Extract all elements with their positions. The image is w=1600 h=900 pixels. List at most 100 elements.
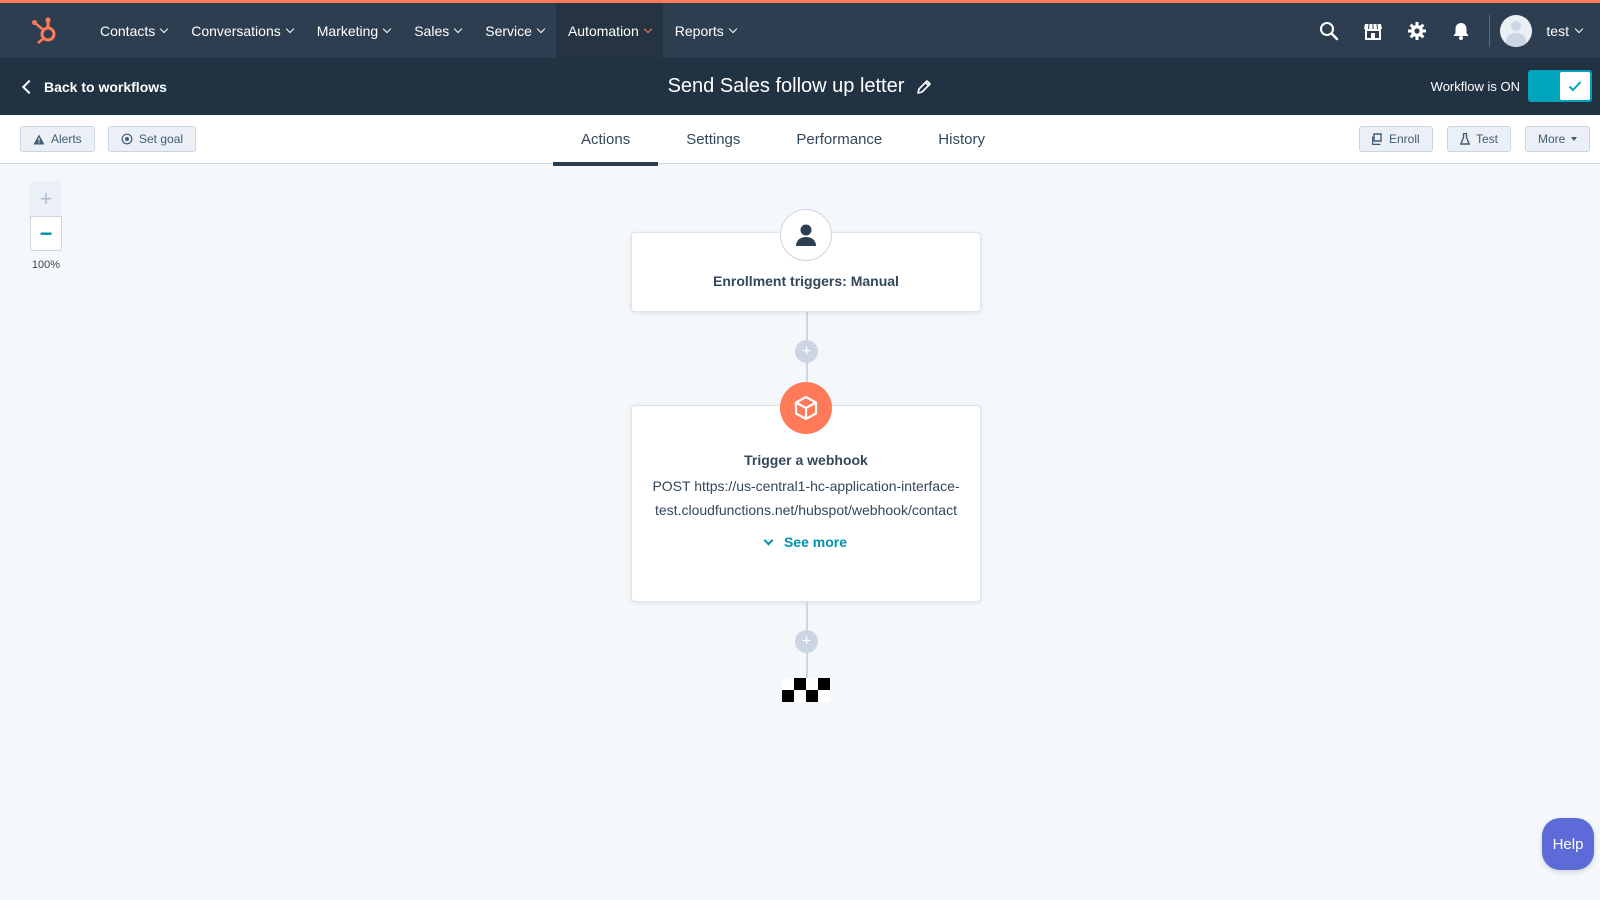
nav-automation-label: Automation — [567, 22, 639, 39]
search-icon — [1320, 21, 1339, 40]
flask-icon — [1460, 133, 1470, 145]
chevron-left-icon — [21, 79, 37, 94]
tab-settings[interactable]: Settings — [658, 115, 768, 164]
notifications-icon — [1453, 22, 1469, 40]
help-label: Help — [1552, 835, 1584, 853]
target-icon — [121, 133, 133, 145]
chevron-down-icon — [728, 24, 738, 34]
search-button[interactable] — [1307, 3, 1351, 58]
finish-square — [794, 690, 806, 702]
zoom-controls: + − 100% — [30, 181, 62, 271]
set-goal-label: Set goal — [139, 132, 184, 146]
nav-utilities: test — [1307, 3, 1600, 58]
nav-automation[interactable]: Automation — [555, 3, 663, 58]
zoom-in-button[interactable]: + — [30, 181, 62, 216]
nav-contacts-label: Contacts — [100, 22, 156, 39]
more-dropdown[interactable]: More — [1525, 126, 1591, 152]
nav-sales-label: Sales — [414, 22, 450, 39]
top-navigation: Contacts Conversations Marketing Sales S… — [0, 0, 1600, 58]
finish-square — [818, 678, 830, 690]
set-goal-button[interactable]: Set goal — [108, 126, 197, 152]
chevron-down-icon — [454, 24, 463, 34]
see-more-label: See more — [783, 534, 848, 550]
tab-actions-label: Actions — [581, 131, 631, 148]
tab-settings-label: Settings — [686, 131, 741, 148]
user-name: test — [1546, 22, 1569, 39]
nav-conversations[interactable]: Conversations — [179, 3, 305, 58]
tab-actions[interactable]: Actions — [553, 115, 659, 166]
warning-icon — [33, 134, 45, 144]
workflow-end-flag — [782, 678, 830, 702]
hubspot-logo-icon — [32, 17, 56, 44]
chevron-down-icon — [536, 24, 546, 34]
add-action-button[interactable]: + — [795, 630, 818, 653]
workflow-toolbar: Alerts Set goal Actions Settings Perform… — [0, 115, 1600, 166]
chevron-down-icon — [763, 535, 774, 545]
webhook-icon-badge — [780, 382, 832, 434]
tab-performance-label: Performance — [796, 131, 883, 148]
alerts-label: Alerts — [51, 132, 82, 146]
chevron-down-icon — [382, 24, 392, 34]
checkmark-icon — [1568, 81, 1582, 92]
action-title: Trigger a webhook — [744, 452, 868, 468]
contact-icon — [796, 224, 816, 246]
workflow-status-label: Workflow is ON — [1430, 78, 1520, 94]
box-icon — [794, 395, 818, 421]
trigger-icon-badge — [780, 209, 832, 261]
workflow-title: Send Sales follow up letter — [667, 75, 905, 97]
chevron-down-icon — [160, 24, 169, 34]
workflow-header: Back to workflows Send Sales follow up l… — [0, 58, 1600, 115]
nav-sales[interactable]: Sales — [402, 3, 473, 58]
finish-square — [794, 678, 806, 690]
marketplace-button[interactable] — [1351, 3, 1395, 58]
user-menu[interactable]: test — [1500, 14, 1600, 47]
chevron-down-icon — [643, 24, 653, 34]
finish-square — [782, 678, 794, 690]
pencil-icon — [917, 79, 932, 94]
toggle-knob — [1560, 72, 1590, 100]
chevron-down-icon — [1574, 24, 1584, 34]
add-action-button[interactable]: + — [795, 340, 818, 363]
workflow-tabs: Actions Settings Performance History — [553, 115, 1013, 166]
nav-reports-label: Reports — [674, 22, 724, 39]
finish-square — [818, 690, 830, 702]
help-button[interactable]: Help — [1542, 818, 1594, 870]
nav-service[interactable]: Service — [473, 3, 556, 58]
workflow-title-wrap: Send Sales follow up letter — [0, 58, 1600, 115]
finish-square — [806, 678, 818, 690]
webhook-action-card[interactable]: Trigger a webhook POST https://us-centra… — [631, 405, 981, 602]
back-to-workflows-link[interactable]: Back to workflows — [21, 58, 167, 115]
test-button[interactable]: Test — [1447, 126, 1512, 152]
finish-square — [806, 690, 818, 702]
tab-history[interactable]: History — [910, 115, 1013, 164]
nav-service-label: Service — [485, 22, 532, 39]
avatar — [1500, 14, 1533, 47]
nav-divider — [1489, 14, 1491, 47]
workflow-status: Workflow is ON — [1431, 70, 1592, 102]
workflow-on-toggle[interactable] — [1528, 70, 1592, 102]
alerts-button[interactable]: Alerts — [20, 126, 95, 152]
zoom-out-button[interactable]: − — [30, 216, 62, 251]
nav-contacts[interactable]: Contacts — [88, 3, 179, 58]
enroll-icon — [1372, 133, 1382, 145]
see-more-link[interactable]: See more — [632, 534, 980, 550]
settings-icon — [1408, 21, 1427, 40]
nav-reports[interactable]: Reports — [663, 3, 748, 58]
enroll-label: Enroll — [1389, 132, 1420, 146]
notifications-button[interactable] — [1439, 3, 1483, 58]
nav-conversations-label: Conversations — [191, 22, 281, 39]
zoom-level: 100% — [31, 259, 61, 271]
tab-history-label: History — [938, 131, 985, 148]
more-label: More — [1538, 132, 1566, 146]
tab-performance[interactable]: Performance — [768, 115, 910, 164]
enroll-button[interactable]: Enroll — [1359, 126, 1433, 152]
nav-marketing[interactable]: Marketing — [305, 3, 402, 58]
chevron-down-icon — [285, 24, 294, 34]
main-menu: Contacts Conversations Marketing Sales S… — [88, 3, 748, 58]
settings-button[interactable] — [1395, 3, 1439, 58]
trigger-title: Enrollment triggers: Manual — [713, 273, 899, 289]
hubspot-logo[interactable] — [0, 3, 88, 58]
marketplace-icon — [1364, 23, 1383, 40]
edit-title-button[interactable] — [916, 79, 932, 95]
caret-down-icon — [1571, 137, 1578, 141]
